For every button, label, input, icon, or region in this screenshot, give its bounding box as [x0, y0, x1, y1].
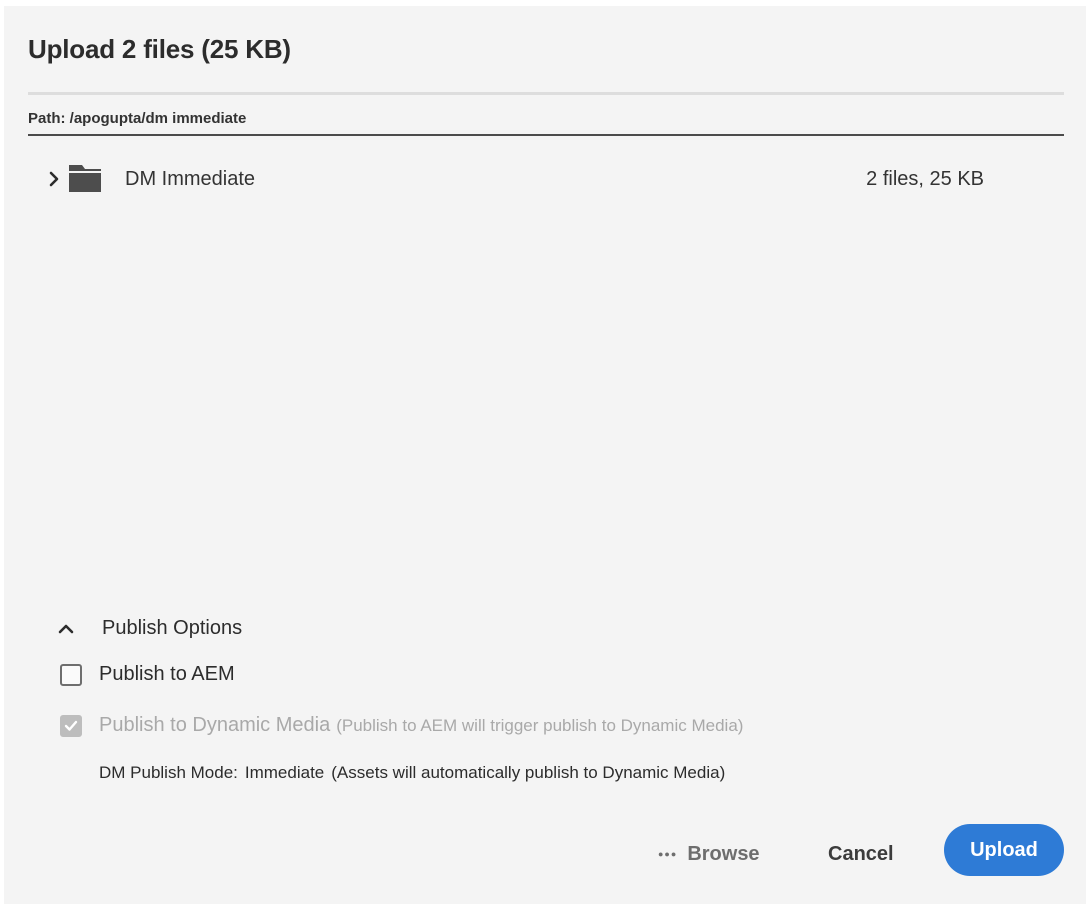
browse-label: Browse	[687, 843, 760, 865]
chevron-right-icon[interactable]	[44, 169, 64, 189]
upload-path: Path: /apogupta/dm immediate	[28, 110, 247, 127]
dm-publish-mode-note: (Assets will automatically publish to Dy…	[331, 763, 726, 782]
publish-options-title: Publish Options	[102, 617, 243, 639]
browse-button[interactable]: ●●● Browse	[658, 836, 760, 872]
more-dots-icon: ●●●	[658, 849, 678, 859]
title-divider	[28, 92, 1064, 95]
folder-name: DM Immediate	[125, 168, 256, 190]
dialog-title: Upload 2 files (25 KB)	[28, 34, 291, 64]
publish-to-dm-checkbox	[60, 715, 82, 737]
publish-to-dm-label: Publish to Dynamic Media	[99, 714, 331, 736]
dm-publish-mode-label: DM Publish Mode:	[99, 763, 238, 782]
path-divider	[28, 134, 1064, 136]
publish-to-aem-checkbox[interactable]	[60, 664, 82, 686]
chevron-up-icon[interactable]	[56, 619, 76, 639]
publish-to-dm-note: (Publish to AEM will trigger publish to …	[336, 716, 744, 735]
checkmark-icon	[64, 720, 78, 731]
folder-row[interactable]: DM Immediate 2 files, 25 KB	[28, 156, 1064, 204]
dm-publish-mode: DM Publish Mode: Immediate (Assets will au…	[99, 763, 725, 783]
publish-to-dm-label-group: Publish to Dynamic Media (Publish to AEM …	[99, 714, 743, 737]
publish-to-aem-label: Publish to AEM	[99, 663, 235, 685]
folder-icon	[68, 162, 102, 194]
folder-size: 2 files, 25 KB	[866, 168, 984, 190]
cancel-button[interactable]: Cancel	[828, 836, 894, 872]
upload-dialog: Upload 2 files (25 KB) Path: /apogupta/d…	[4, 6, 1086, 904]
dm-publish-mode-value: Immediate	[244, 763, 325, 782]
upload-button[interactable]: Upload	[944, 824, 1064, 876]
